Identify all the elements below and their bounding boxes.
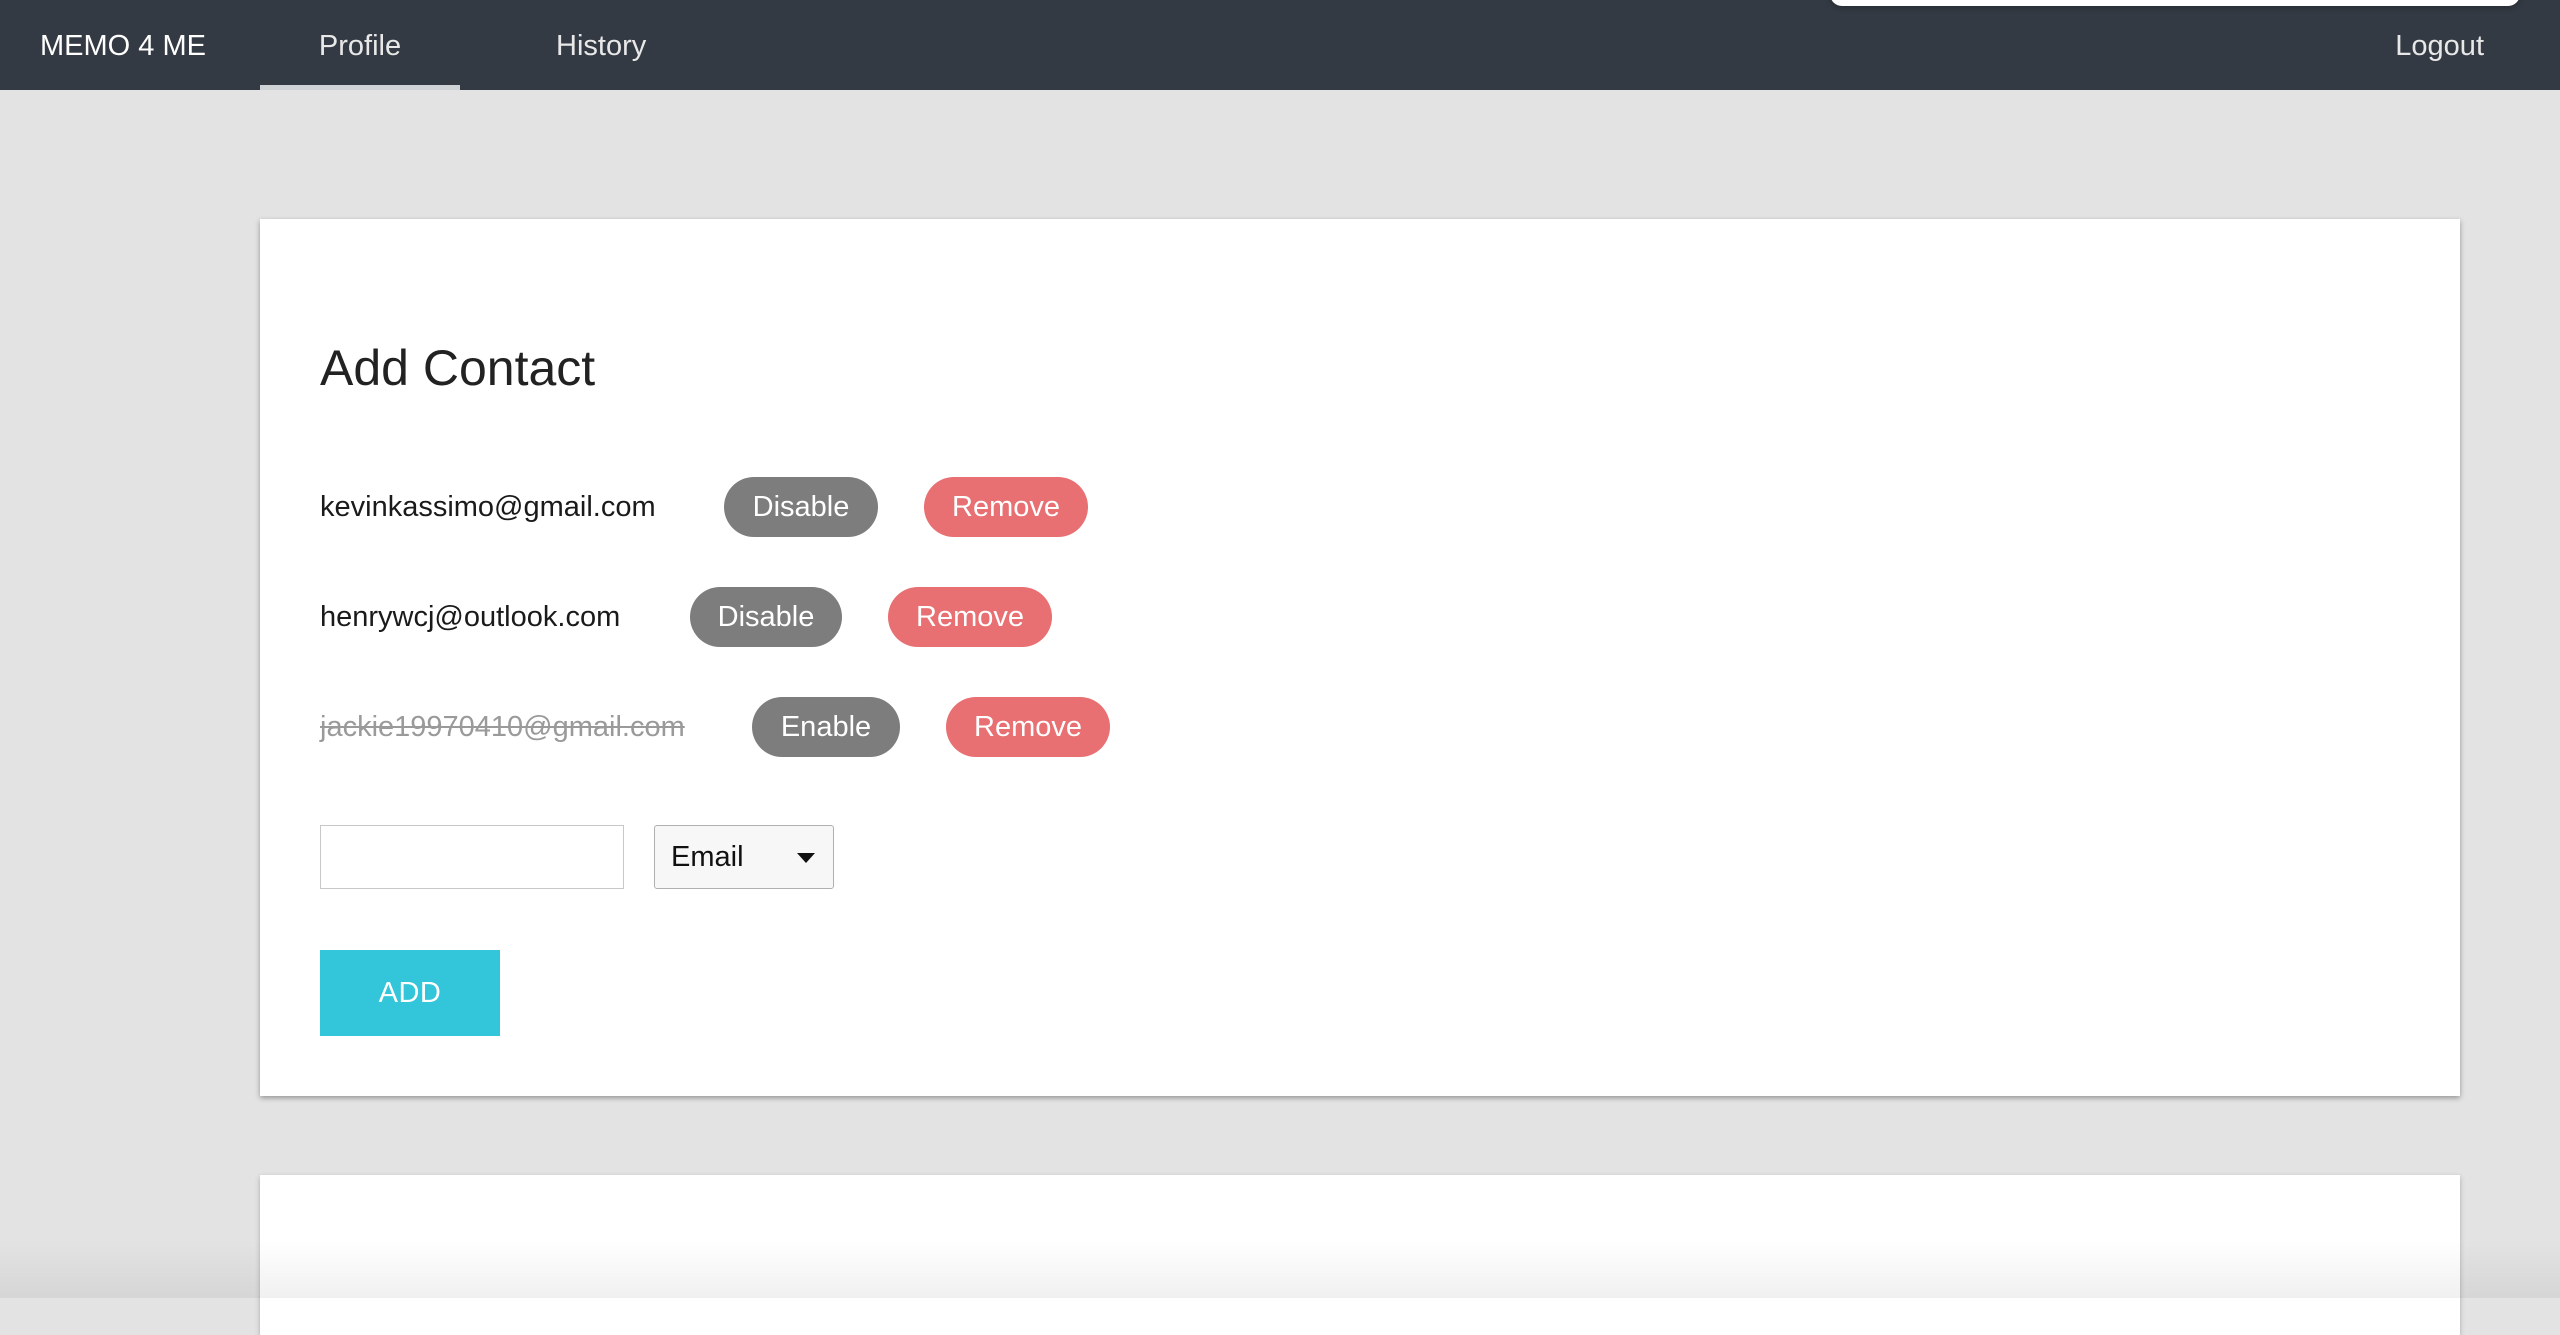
top-navbar: MEMO 4 ME Profile History Logout (0, 0, 2560, 90)
add-contact-button[interactable]: ADD (320, 950, 500, 1036)
remove-button[interactable]: Remove (888, 587, 1052, 647)
remove-button[interactable]: Remove (924, 477, 1088, 537)
contact-row: kevinkassimo@gmail.com Disable Remove (320, 476, 1088, 538)
disable-button[interactable]: Disable (724, 477, 878, 537)
contact-row: jackie19970410@gmail.com Enable Remove (320, 696, 1110, 758)
contact-type-value: Email (671, 840, 744, 873)
contact-type-select[interactable]: Email (654, 825, 834, 889)
tab-history[interactable]: History (556, 0, 646, 90)
enable-button[interactable]: Enable (752, 697, 900, 757)
logout-link[interactable]: Logout (2395, 0, 2484, 90)
remove-button[interactable]: Remove (946, 697, 1110, 757)
card-title: Add Contact (320, 340, 596, 396)
secondary-card (260, 1175, 2460, 1335)
contact-row: henrywcj@outlook.com Disable Remove (320, 586, 1052, 648)
new-contact-input[interactable] (320, 825, 624, 889)
contact-email: kevinkassimo@gmail.com (320, 490, 656, 523)
brand-logo[interactable]: MEMO 4 ME (40, 0, 206, 90)
caret-down-icon (797, 853, 815, 863)
disable-button[interactable]: Disable (690, 587, 842, 647)
contact-email: henrywcj@outlook.com (320, 600, 621, 633)
add-contact-card: Add Contact kevinkassimo@gmail.com Disab… (260, 219, 2460, 1096)
tab-profile[interactable]: Profile (260, 0, 460, 90)
contact-email-disabled: jackie19970410@gmail.com (320, 710, 685, 743)
